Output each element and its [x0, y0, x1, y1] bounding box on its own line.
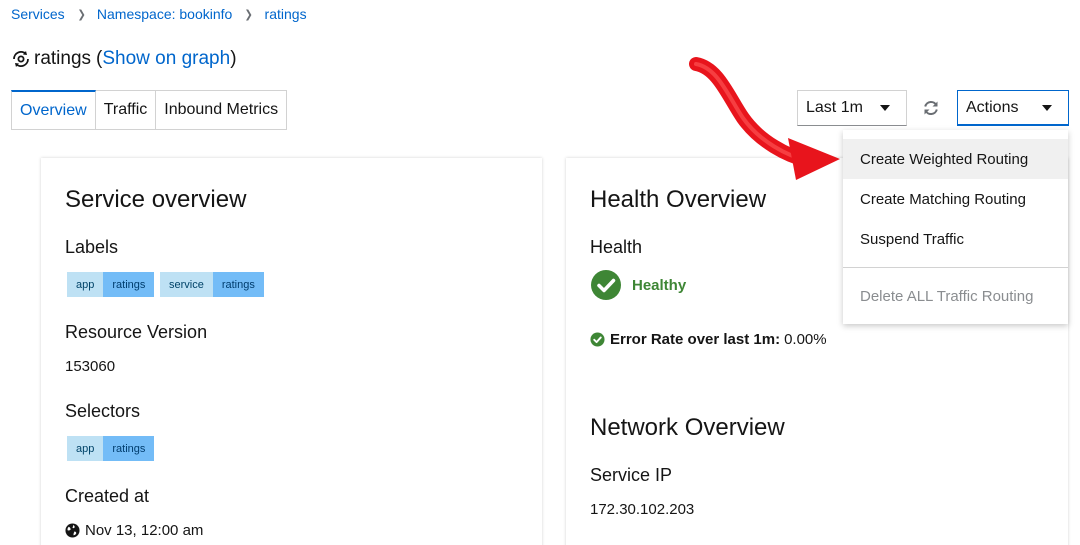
tab-inbound-metrics[interactable]: Inbound Metrics [156, 90, 288, 130]
label-key: app [67, 272, 104, 297]
label-value: ratings [103, 272, 155, 297]
selectors-heading: Selectors [65, 401, 141, 421]
menu-item-create-weighted-routing[interactable]: Create Weighted Routing [843, 139, 1068, 179]
refresh-icon [924, 100, 938, 116]
caret-down-icon [1042, 104, 1052, 111]
chevron-right-icon: ❯ [244, 8, 254, 21]
network-overview-title: Network Overview [590, 414, 785, 441]
service-overview-card: Service overview Labels app ratings serv… [41, 158, 542, 545]
health-status: Healthy [590, 269, 686, 301]
error-rate-label: Error Rate over last 1m: [610, 331, 781, 348]
service-overview-title: Service overview [65, 186, 247, 213]
check-circle-icon [591, 270, 621, 300]
service-ip-heading: Service IP [590, 465, 673, 485]
label-value: ratings [103, 436, 155, 461]
tab-bar: Overview Traffic Inbound Metrics [11, 90, 288, 130]
service-ip-value: 172.30.102.203 [590, 501, 695, 518]
service-name: ratings [34, 48, 92, 69]
breadcrumb-service[interactable]: ratings [265, 6, 307, 22]
health-status-text: Healthy [632, 276, 687, 294]
globe-icon [65, 523, 80, 538]
tab-overview[interactable]: Overview [11, 90, 96, 130]
actions-label: Actions [966, 98, 1019, 116]
show-on-graph-link[interactable]: Show on graph [102, 48, 230, 70]
labels-heading: Labels [65, 237, 119, 257]
menu-item-delete-all-traffic-routing[interactable]: Delete ALL Traffic Routing [843, 276, 1068, 316]
menu-divider [843, 267, 1068, 268]
error-rate: Error Rate over last 1m: 0.00% [590, 331, 827, 348]
annotation-arrow-icon [689, 57, 840, 180]
label-app-ratings: app ratings [67, 272, 155, 297]
actions-menu: Create Weighted Routing Create Matching … [843, 130, 1068, 324]
created-at-heading: Created at [65, 486, 150, 506]
error-rate-value: 0.00% [784, 331, 827, 348]
health-heading: Health [590, 237, 643, 257]
check-circle-icon [590, 332, 605, 347]
breadcrumb: Services ❯ Namespace: bookinfo ❯ ratings [11, 6, 307, 22]
chevron-right-icon: ❯ [77, 8, 86, 21]
page-title: ratings ( Show on graph ) [11, 48, 237, 70]
service-icon [11, 49, 31, 69]
refresh-button[interactable] [918, 95, 944, 121]
caret-down-icon [880, 105, 890, 111]
actions-dropdown-button[interactable]: Actions [957, 90, 1069, 126]
label-service-ratings: service ratings [160, 272, 264, 297]
selector-app-ratings: app ratings [67, 436, 155, 461]
health-overview-title: Health Overview [590, 186, 767, 213]
label-value: ratings [212, 272, 264, 297]
resource-version-value: 153060 [65, 358, 116, 375]
tab-traffic[interactable]: Traffic [95, 90, 157, 130]
resource-version-heading: Resource Version [65, 322, 208, 342]
breadcrumb-services[interactable]: Services [11, 6, 65, 22]
menu-item-suspend-traffic[interactable]: Suspend Traffic [843, 219, 1068, 259]
breadcrumb-namespace[interactable]: Namespace: bookinfo [97, 6, 232, 22]
label-key: app [67, 436, 104, 461]
label-key: service [160, 272, 213, 297]
created-at-text: Nov 13, 12:00 am [85, 522, 204, 539]
paren-close: ) [230, 48, 237, 69]
menu-item-create-matching-routing[interactable]: Create Matching Routing [843, 179, 1068, 219]
created-at-value: Nov 13, 12:00 am [65, 522, 203, 539]
